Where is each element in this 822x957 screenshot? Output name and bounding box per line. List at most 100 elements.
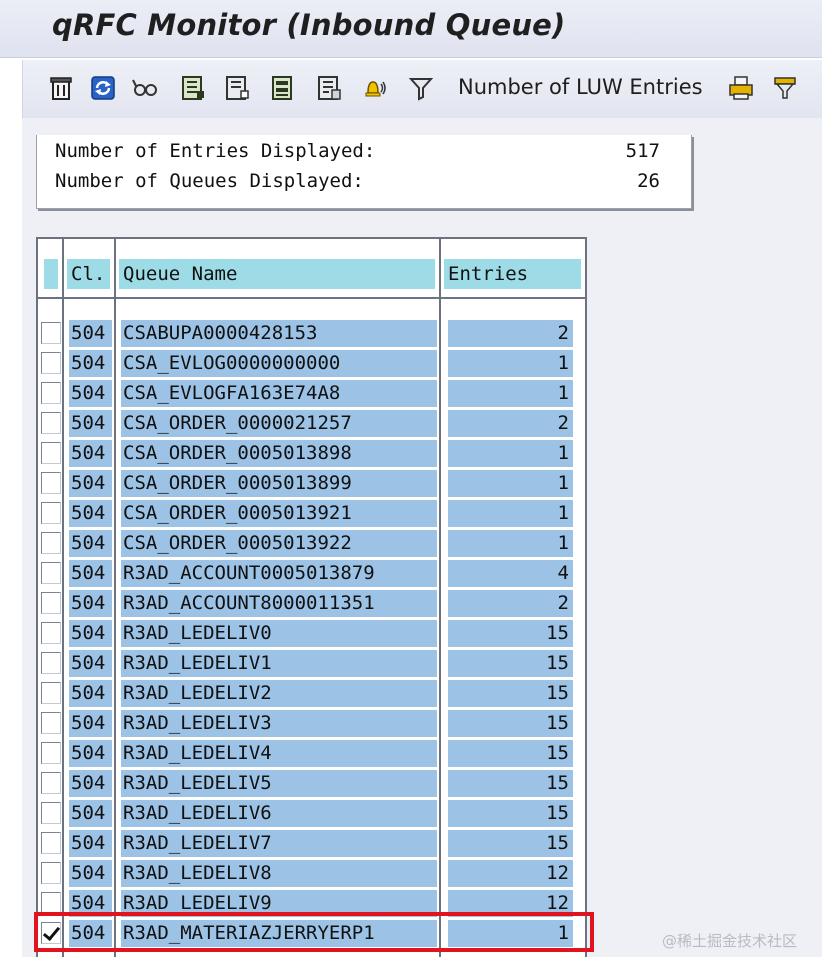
client-cell[interactable]: 504	[69, 680, 112, 707]
entries-column-header[interactable]: Entries	[444, 259, 581, 289]
queue-name-cell[interactable]: R3AD_LEDELIV7	[121, 830, 437, 857]
entries-cell[interactable]: 15	[448, 650, 573, 677]
queue-name-cell[interactable]: R3AD_LEDELIV9	[121, 890, 437, 917]
queue-name-cell[interactable]: CSA_ORDER_0005013899	[121, 470, 437, 497]
row-checkbox[interactable]	[41, 502, 61, 524]
entries-cell[interactable]: 12	[448, 890, 573, 917]
queue-name-cell[interactable]: CSA_ORDER_0005013898	[121, 440, 437, 467]
queue-name-cell[interactable]: R3AD_LEDELIV3	[121, 710, 437, 737]
queue-name-cell[interactable]: CSA_ORDER_0005013922	[121, 530, 437, 557]
row-checkbox[interactable]	[41, 682, 61, 704]
client-cell[interactable]: 504	[69, 650, 112, 677]
client-cell[interactable]: 504	[69, 830, 112, 857]
entries-cell[interactable]: 2	[448, 410, 573, 437]
entries-cell[interactable]: 15	[448, 710, 573, 737]
row-checkbox[interactable]	[41, 652, 61, 674]
row-checkbox[interactable]	[41, 742, 61, 764]
row-checkbox[interactable]	[41, 382, 61, 404]
queue-name-cell[interactable]: R3AD_ACCOUNT0005013879	[121, 560, 437, 587]
client-cell[interactable]: 504	[69, 590, 112, 617]
row-checkbox[interactable]	[41, 562, 61, 584]
select-column-header[interactable]	[44, 259, 58, 289]
export-icon[interactable]	[771, 74, 799, 102]
entries-cell[interactable]: 15	[448, 680, 573, 707]
queue-name-cell[interactable]: CSA_ORDER_0000021257	[121, 410, 437, 437]
entries-cell[interactable]: 15	[448, 620, 573, 647]
glasses-icon[interactable]	[131, 74, 159, 102]
queue-name-cell[interactable]: CSA_EVLOG0000000000	[121, 350, 437, 377]
client-cell[interactable]: 504	[69, 920, 112, 947]
queue-name-cell[interactable]: R3AD_LEDELIV0	[121, 620, 437, 647]
entries-cell[interactable]: 15	[448, 770, 573, 797]
row-checkbox[interactable]	[41, 892, 61, 914]
client-cell[interactable]: 504	[69, 710, 112, 737]
row-checkbox[interactable]	[41, 532, 61, 554]
client-cell[interactable]: 504	[69, 560, 112, 587]
entries-cell[interactable]: 1	[448, 440, 573, 467]
client-cell[interactable]: 504	[69, 440, 112, 467]
client-cell[interactable]: 504	[69, 380, 112, 407]
row-checkbox[interactable]	[41, 442, 61, 464]
row-checkbox[interactable]	[41, 832, 61, 854]
client-cell[interactable]: 504	[69, 350, 112, 377]
entries-cell[interactable]: 15	[448, 740, 573, 767]
client-cell[interactable]: 504	[69, 500, 112, 527]
entries-cell[interactable]: 15	[448, 800, 573, 827]
client-column-header[interactable]: Cl.	[67, 259, 110, 289]
row-checkbox[interactable]	[41, 922, 61, 944]
entries-cell[interactable]: 1	[448, 350, 573, 377]
client-cell[interactable]: 504	[69, 860, 112, 887]
queue-name-cell[interactable]: R3AD_LEDELIV6	[121, 800, 437, 827]
entries-cell[interactable]: 4	[448, 560, 573, 587]
entries-cell[interactable]: 1	[448, 380, 573, 407]
row-checkbox[interactable]	[41, 862, 61, 884]
queue-name-cell[interactable]: R3AD_MATERIAZJERRYERP1	[121, 920, 437, 947]
alarm-bell-icon[interactable]	[359, 74, 387, 102]
row-checkbox[interactable]	[41, 622, 61, 644]
entries-cell[interactable]: 1	[448, 470, 573, 497]
client-cell[interactable]: 504	[69, 470, 112, 497]
row-checkbox[interactable]	[41, 352, 61, 374]
client-cell[interactable]: 504	[69, 410, 112, 437]
select-all-icon[interactable]	[179, 74, 207, 102]
row-checkbox[interactable]	[41, 322, 61, 344]
entries-cell[interactable]: 15	[448, 830, 573, 857]
queue-name-cell[interactable]: R3AD_LEDELIV4	[121, 740, 437, 767]
select-block-icon[interactable]	[269, 74, 297, 102]
deselect-all-icon[interactable]	[223, 74, 251, 102]
client-cell[interactable]: 504	[69, 620, 112, 647]
entries-cell[interactable]: 12	[448, 860, 573, 887]
queue-name-cell[interactable]: CSABUPA0000428153	[121, 320, 437, 347]
entries-cell[interactable]: 1	[448, 530, 573, 557]
entries-cell[interactable]: 2	[448, 590, 573, 617]
client-cell[interactable]: 504	[69, 530, 112, 557]
row-checkbox[interactable]	[41, 592, 61, 614]
queue-name-cell[interactable]: R3AD_ACCOUNT8000011351	[121, 590, 437, 617]
client-cell[interactable]: 504	[69, 890, 112, 917]
row-checkbox[interactable]	[41, 772, 61, 794]
client-cell[interactable]: 504	[69, 740, 112, 767]
entries-cell[interactable]: 2	[448, 320, 573, 347]
row-checkbox[interactable]	[41, 412, 61, 434]
row-checkbox[interactable]	[41, 472, 61, 494]
queue-name-cell[interactable]: R3AD_LEDELIV2	[121, 680, 437, 707]
queue-name-cell[interactable]: CSA_EVLOGFA163E74A8	[121, 380, 437, 407]
refresh-icon[interactable]	[89, 74, 117, 102]
queue-name-cell[interactable]: R3AD_LEDELIV1	[121, 650, 437, 677]
client-cell[interactable]: 504	[69, 770, 112, 797]
filter-icon[interactable]	[407, 74, 435, 102]
number-of-luw-entries-button[interactable]: Number of LUW Entries	[458, 75, 703, 99]
client-cell[interactable]: 504	[69, 800, 112, 827]
queue-name-column-header[interactable]: Queue Name	[119, 259, 435, 289]
printer-icon[interactable]	[727, 74, 755, 102]
details-icon[interactable]	[315, 74, 343, 102]
queue-name-cell[interactable]: R3AD_LEDELIV5	[121, 770, 437, 797]
queue-name-cell[interactable]: R3AD_LEDELIV8	[121, 860, 437, 887]
row-checkbox[interactable]	[41, 712, 61, 734]
queue-name-cell[interactable]: CSA_ORDER_0005013921	[121, 500, 437, 527]
client-cell[interactable]: 504	[69, 320, 112, 347]
entries-cell[interactable]: 1	[448, 920, 573, 947]
row-checkbox[interactable]	[41, 802, 61, 824]
delete-icon[interactable]	[47, 74, 75, 102]
entries-cell[interactable]: 1	[448, 500, 573, 527]
